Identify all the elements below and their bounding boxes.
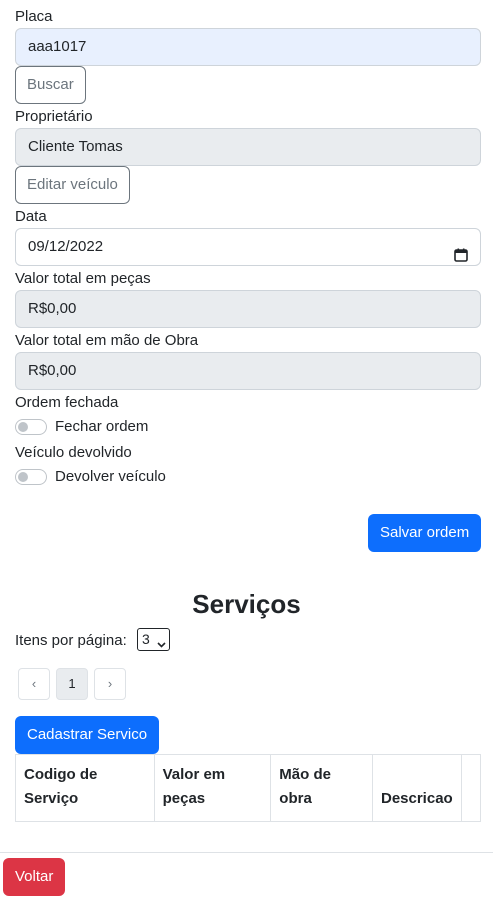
pagination-prev-button[interactable]: ‹ <box>18 668 50 700</box>
proprietario-label: Proprietário <box>15 108 93 125</box>
fechar-ordem-switch[interactable] <box>15 419 47 435</box>
switch-knob <box>18 472 28 482</box>
devolver-veiculo-label[interactable]: Devolver veículo <box>55 468 166 486</box>
ordem-fechada-label: Ordem fechada <box>15 394 119 411</box>
col-valor-pecas: Valor em peças <box>153 754 272 822</box>
valor-mao-obra-label: Valor total em mão de Obra <box>15 332 199 349</box>
fechar-ordem-label[interactable]: Fechar ordem <box>55 418 148 436</box>
veiculo-devolvido-label: Veículo devolvido <box>15 444 132 461</box>
placa-label: Placa <box>15 8 53 25</box>
pagination-next-button[interactable]: › <box>94 668 126 700</box>
servicos-table: Codigo de Serviço Valor em peças Mão de … <box>15 754 482 822</box>
pagination-page-1[interactable]: 1 <box>56 668 88 700</box>
itens-por-pagina-value: 3 <box>142 631 150 647</box>
table-header-row: Codigo de Serviço Valor em peças Mão de … <box>15 754 482 822</box>
valor-mao-obra-field: R$0,00 <box>15 352 481 390</box>
data-label: Data <box>15 208 47 225</box>
calendar-icon[interactable] <box>454 240 468 262</box>
editar-veiculo-button[interactable]: Editar veículo <box>15 166 130 204</box>
data-value: 09/12/2022 <box>28 238 104 255</box>
col-actions <box>460 754 482 822</box>
proprietario-field: Cliente Tomas <box>15 128 481 166</box>
servicos-title: Serviços <box>192 589 301 619</box>
data-input[interactable]: 09/12/2022 <box>15 228 481 266</box>
buscar-button[interactable]: Buscar <box>15 66 86 104</box>
chevron-down-icon <box>157 634 166 648</box>
switch-knob <box>18 422 28 432</box>
col-codigo-servico: Codigo de Serviço <box>15 754 155 822</box>
valor-pecas-field: R$0,00 <box>15 290 481 328</box>
valor-pecas-label: Valor total em peças <box>15 270 151 287</box>
col-mao-obra: Mão de obra <box>270 754 373 822</box>
salvar-ordem-button[interactable]: Salvar ordem <box>368 514 482 552</box>
itens-por-pagina-select[interactable]: 3 <box>137 628 170 651</box>
voltar-button[interactable]: Voltar <box>3 858 66 896</box>
footer-divider <box>0 852 493 853</box>
itens-por-pagina-label: Itens por página: <box>15 632 127 649</box>
devolver-veiculo-switch[interactable] <box>15 469 47 485</box>
cadastrar-servico-button[interactable]: Cadastrar Servico <box>15 716 160 754</box>
col-descricao: Descricao <box>371 754 462 822</box>
placa-input[interactable]: aaa1017 <box>15 28 481 66</box>
